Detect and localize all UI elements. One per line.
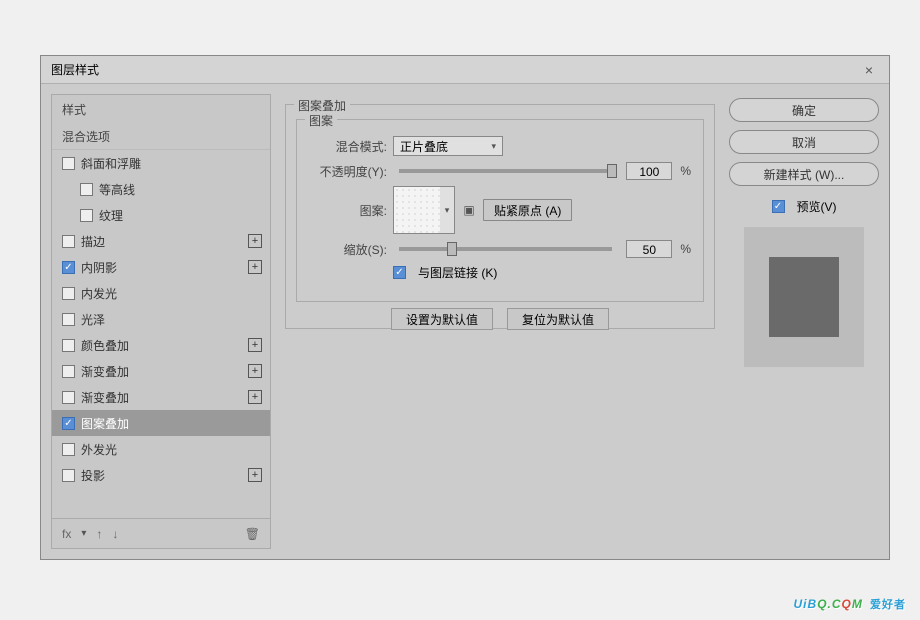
opacity-slider[interactable] bbox=[399, 169, 612, 173]
pattern-picker[interactable]: ▾ bbox=[393, 186, 455, 234]
style-label: 等高线 bbox=[99, 181, 262, 198]
style-label: 颜色叠加 bbox=[81, 337, 248, 354]
scale-input[interactable]: 50 bbox=[626, 240, 672, 258]
move-down-icon[interactable]: ↓ bbox=[112, 527, 118, 541]
layer-style-dialog: 图层样式 × 样式 混合选项 斜面和浮雕等高线纹理描边+✓内阴影+内发光光泽颜色… bbox=[40, 55, 890, 560]
dialog-body: 样式 混合选项 斜面和浮雕等高线纹理描边+✓内阴影+内发光光泽颜色叠加+渐变叠加… bbox=[41, 84, 889, 559]
scale-slider[interactable] bbox=[399, 247, 612, 251]
style-item-1[interactable]: 等高线 bbox=[52, 176, 270, 202]
trash-icon[interactable]: 🗑 bbox=[245, 527, 260, 541]
watermark: UiBQ.CQM 爱好者 bbox=[794, 588, 906, 614]
style-checkbox[interactable] bbox=[80, 209, 93, 222]
style-checkbox[interactable] bbox=[62, 365, 75, 378]
style-checkbox[interactable] bbox=[62, 235, 75, 248]
scale-label: 缩放(S): bbox=[309, 241, 387, 258]
style-item-12[interactable]: 投影+ bbox=[52, 462, 270, 488]
preview-area bbox=[744, 227, 864, 367]
style-checkbox[interactable] bbox=[62, 443, 75, 456]
style-checkbox[interactable] bbox=[62, 391, 75, 404]
style-item-5[interactable]: 内发光 bbox=[52, 280, 270, 306]
styles-header[interactable]: 样式 bbox=[52, 95, 270, 124]
style-item-10[interactable]: ✓ 图案叠加 bbox=[52, 410, 270, 436]
style-label: 斜面和浮雕 bbox=[81, 155, 262, 172]
new-pattern-icon[interactable]: ▣ bbox=[461, 203, 477, 217]
style-label: 描边 bbox=[81, 233, 248, 250]
preview-label: 预览(V) bbox=[797, 198, 837, 215]
link-layer-checkbox[interactable]: ✓ bbox=[393, 266, 406, 279]
plus-icon[interactable]: + bbox=[248, 260, 262, 274]
move-up-icon[interactable]: ↑ bbox=[96, 527, 102, 541]
make-default-button[interactable]: 设置为默认值 bbox=[391, 308, 493, 330]
style-label: 图案叠加 bbox=[81, 415, 262, 432]
titlebar: 图层样式 × bbox=[41, 56, 889, 84]
style-checkbox[interactable] bbox=[62, 313, 75, 326]
pattern-label: 图案: bbox=[309, 202, 387, 219]
style-label: 渐变叠加 bbox=[81, 389, 248, 406]
plus-icon[interactable]: + bbox=[248, 234, 262, 248]
style-label: 纹理 bbox=[99, 207, 262, 224]
style-checkbox[interactable] bbox=[62, 339, 75, 352]
inner-title: 图案 bbox=[305, 112, 337, 129]
blend-mode-select[interactable]: 正片叠底 ▾ bbox=[393, 136, 503, 156]
style-label: 内发光 bbox=[81, 285, 262, 302]
style-checkbox[interactable] bbox=[62, 287, 75, 300]
reset-default-button[interactable]: 复位为默认值 bbox=[507, 308, 609, 330]
style-label: 投影 bbox=[81, 467, 248, 484]
style-item-6[interactable]: 光泽 bbox=[52, 306, 270, 332]
style-label: 光泽 bbox=[81, 311, 262, 328]
link-layer-label: 与图层链接 (K) bbox=[418, 264, 497, 281]
pattern-swatch bbox=[394, 187, 440, 233]
snap-origin-button[interactable]: 贴紧原点 (A) bbox=[483, 199, 572, 221]
style-checkbox[interactable] bbox=[62, 469, 75, 482]
close-icon[interactable]: × bbox=[859, 62, 879, 78]
action-panel: 确定 取消 新建样式 (W)... ✓ 预览(V) bbox=[729, 94, 879, 549]
style-label: 渐变叠加 bbox=[81, 363, 248, 380]
style-item-3[interactable]: 描边+ bbox=[52, 228, 270, 254]
plus-icon[interactable]: + bbox=[248, 468, 262, 482]
plus-icon[interactable]: + bbox=[248, 364, 262, 378]
pattern-overlay-group: 图案叠加 图案 混合模式: 正片叠底 ▾ 不透明度(Y): 100 bbox=[285, 104, 715, 329]
plus-icon[interactable]: + bbox=[248, 390, 262, 404]
blend-options[interactable]: 混合选项 bbox=[52, 124, 270, 150]
style-item-9[interactable]: 渐变叠加+ bbox=[52, 384, 270, 410]
blend-mode-label: 混合模式: bbox=[309, 138, 387, 155]
style-checkbox[interactable] bbox=[62, 157, 75, 170]
opacity-input[interactable]: 100 bbox=[626, 162, 672, 180]
cancel-button[interactable]: 取消 bbox=[729, 130, 879, 154]
styles-toolbar: fx ▾ ↑ ↓ 🗑 bbox=[52, 518, 270, 548]
dialog-title: 图层样式 bbox=[51, 61, 99, 78]
style-item-11[interactable]: 外发光 bbox=[52, 436, 270, 462]
new-style-button[interactable]: 新建样式 (W)... bbox=[729, 162, 879, 186]
pattern-group: 图案 混合模式: 正片叠底 ▾ 不透明度(Y): 100 % bbox=[296, 119, 704, 302]
style-checkbox[interactable]: ✓ bbox=[62, 261, 75, 274]
style-checkbox[interactable] bbox=[80, 183, 93, 196]
style-label: 外发光 bbox=[81, 441, 262, 458]
style-item-8[interactable]: 渐变叠加+ bbox=[52, 358, 270, 384]
plus-icon[interactable]: + bbox=[248, 338, 262, 352]
options-panel: 图案叠加 图案 混合模式: 正片叠底 ▾ 不透明度(Y): 100 bbox=[279, 94, 721, 549]
styles-panel: 样式 混合选项 斜面和浮雕等高线纹理描边+✓内阴影+内发光光泽颜色叠加+渐变叠加… bbox=[51, 94, 271, 549]
style-checkbox[interactable]: ✓ bbox=[62, 417, 75, 430]
fx-menu-icon[interactable]: fx bbox=[62, 527, 71, 541]
style-item-4[interactable]: ✓ 内阴影+ bbox=[52, 254, 270, 280]
preview-checkbox[interactable]: ✓ bbox=[772, 200, 785, 213]
chevron-down-icon: ▾ bbox=[440, 205, 454, 216]
style-label: 内阴影 bbox=[81, 259, 248, 276]
chevron-down-icon: ▾ bbox=[491, 141, 496, 152]
style-item-0[interactable]: 斜面和浮雕 bbox=[52, 150, 270, 176]
style-item-7[interactable]: 颜色叠加+ bbox=[52, 332, 270, 358]
opacity-label: 不透明度(Y): bbox=[309, 163, 387, 180]
preview-swatch bbox=[769, 257, 839, 337]
style-item-2[interactable]: 纹理 bbox=[52, 202, 270, 228]
ok-button[interactable]: 确定 bbox=[729, 98, 879, 122]
